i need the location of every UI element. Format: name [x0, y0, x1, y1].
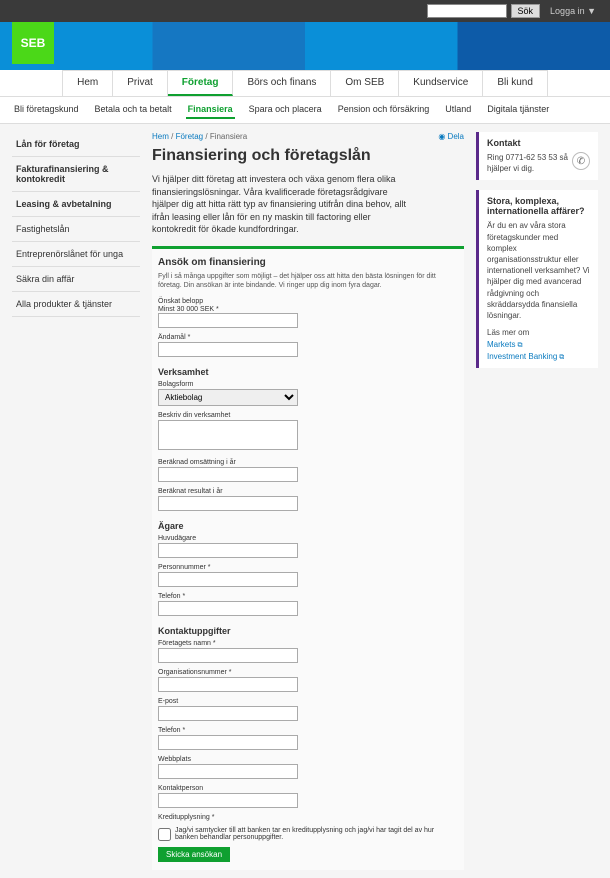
owner-label: Huvudägare	[158, 535, 458, 542]
sidebar-item-6[interactable]: Alla produkter & tjänster	[12, 292, 140, 317]
section-business: Verksamhet	[158, 367, 458, 377]
credit-label: Kreditupplysning *	[158, 814, 458, 821]
page-title: Finansiering och företagslån	[152, 147, 464, 165]
tel1-label: Telefon *	[158, 593, 458, 600]
form-hint: Fyll i så många uppgifter som möjligt – …	[158, 272, 458, 290]
sidebar-item-4[interactable]: Entreprenörslånet för unga	[12, 242, 140, 267]
section-contact: Kontaktuppgifter	[158, 626, 458, 636]
secondary-nav: Bli företagskund Betala och ta betalt Fina…	[0, 97, 610, 124]
investment-link[interactable]: Investment Banking⧉	[487, 352, 590, 362]
contact-title: Kontakt	[487, 138, 590, 148]
owner-input[interactable]	[158, 543, 298, 558]
nav2-item-6[interactable]: Digitala tjänster	[485, 101, 551, 119]
submit-button[interactable]: Skicka ansökan	[158, 847, 230, 862]
turnover-input[interactable]	[158, 467, 298, 482]
contact-input[interactable]	[158, 793, 298, 808]
email-label: E-post	[158, 698, 458, 705]
amount-input[interactable]	[158, 313, 298, 328]
tel2-input[interactable]	[158, 735, 298, 750]
contact-label: Kontaktperson	[158, 785, 458, 792]
nav2-item-3[interactable]: Spara och placera	[247, 101, 324, 119]
pnr-input[interactable]	[158, 572, 298, 587]
share-link[interactable]: ◉ Dela	[438, 132, 464, 141]
nav2-item-2[interactable]: Finansiera	[186, 101, 235, 119]
sidebar-item-5[interactable]: Säkra din affär	[12, 267, 140, 292]
phone-icon[interactable]: ✆	[572, 152, 590, 170]
legal-label: Bolagsform	[158, 381, 458, 388]
nav2-item-4[interactable]: Pension och försäkring	[336, 101, 432, 119]
desc-input[interactable]	[158, 420, 298, 450]
login-link[interactable]: Logga in ▼	[544, 6, 602, 16]
tel2-label: Telefon *	[158, 727, 458, 734]
orgnr-input[interactable]	[158, 677, 298, 692]
nav1-item-2[interactable]: Företag	[168, 70, 234, 96]
breadcrumb: Hem / Företag / Finansiera ◉ Dela	[152, 132, 464, 141]
nav1-item-1[interactable]: Privat	[113, 70, 168, 96]
application-form: Ansök om finansiering Fyll i så många up…	[152, 246, 464, 870]
complex-card: Stora, komplexa, internationella affärer…	[476, 190, 598, 368]
legal-select[interactable]: Aktiebolag	[158, 389, 298, 406]
hero-banner: SEB	[0, 22, 610, 70]
nav1-item-6[interactable]: Bli kund	[483, 70, 548, 96]
nav1-item-0[interactable]: Hem	[62, 70, 113, 96]
external-icon: ⧉	[517, 342, 522, 349]
search-button[interactable]: Sök	[511, 4, 541, 18]
complex-more: Läs mer om	[487, 327, 590, 338]
crumb-2: Finansiera	[210, 132, 247, 141]
nav1-item-5[interactable]: Kundservice	[399, 70, 483, 96]
sidebar-item-1[interactable]: Fakturafinansiering & kontokredit	[12, 157, 140, 192]
turnover-label: Beräknad omsättning i år	[158, 459, 458, 466]
company-input[interactable]	[158, 648, 298, 663]
email-input[interactable]	[158, 706, 298, 721]
orgnr-label: Organisationsnummer *	[158, 669, 458, 676]
primary-nav: HemPrivatFöretagBörs och finansOm SEBKun…	[0, 70, 610, 97]
credit-checkbox[interactable]	[158, 828, 171, 841]
nav2-item-0[interactable]: Bli företagskund	[12, 101, 81, 119]
topbar: Sök Logga in ▼	[0, 0, 610, 22]
purpose-input[interactable]	[158, 342, 298, 357]
purpose-label: Ändamål *	[158, 334, 458, 341]
complex-title: Stora, komplexa, internationella affärer…	[487, 196, 590, 216]
sidebar-item-2[interactable]: Leasing & avbetalning	[12, 192, 140, 217]
contact-card: Kontakt ✆ Ring 0771-62 53 53 så hjälper …	[476, 132, 598, 180]
pnr-label: Personnummer *	[158, 564, 458, 571]
right-column: Kontakt ✆ Ring 0771-62 53 53 så hjälper …	[476, 132, 598, 870]
credit-text: Jag/vi samtycker till att banken tar en …	[175, 827, 458, 841]
web-label: Webbplats	[158, 756, 458, 763]
nav1-item-3[interactable]: Börs och finans	[233, 70, 331, 96]
crumb-1[interactable]: Företag	[176, 132, 204, 141]
sidebar: Lån för företagFakturafinansiering & kon…	[12, 132, 140, 870]
seb-logo[interactable]: SEB	[12, 22, 54, 64]
sidebar-item-3[interactable]: Fastighetslån	[12, 217, 140, 242]
result-input[interactable]	[158, 496, 298, 511]
nav1-item-4[interactable]: Om SEB	[331, 70, 399, 96]
result-label: Beräknat resultat i år	[158, 488, 458, 495]
company-label: Företagets namn *	[158, 640, 458, 647]
section-owner: Ägare	[158, 521, 458, 531]
amount-hint: Minst 30 000 SEK *	[158, 306, 458, 313]
amount-label: Önskat belopp	[158, 298, 458, 305]
complex-text: Är du en av våra stora företagskunder me…	[487, 220, 590, 321]
intro-text: Vi hjälper ditt företag att investera oc…	[152, 173, 412, 236]
sidebar-item-0[interactable]: Lån för företag	[12, 132, 140, 157]
main-content: Hem / Företag / Finansiera ◉ Dela Finans…	[152, 132, 464, 870]
web-input[interactable]	[158, 764, 298, 779]
markets-link[interactable]: Markets⧉	[487, 340, 590, 350]
external-icon: ⧉	[559, 354, 564, 361]
crumb-0[interactable]: Hem	[152, 132, 169, 141]
nav2-item-5[interactable]: Utland	[443, 101, 473, 119]
desc-label: Beskriv din verksamhet	[158, 412, 458, 419]
nav2-item-1[interactable]: Betala och ta betalt	[93, 101, 174, 119]
search-input[interactable]	[427, 4, 507, 18]
tel1-input[interactable]	[158, 601, 298, 616]
form-heading: Ansök om finansiering	[158, 257, 458, 268]
